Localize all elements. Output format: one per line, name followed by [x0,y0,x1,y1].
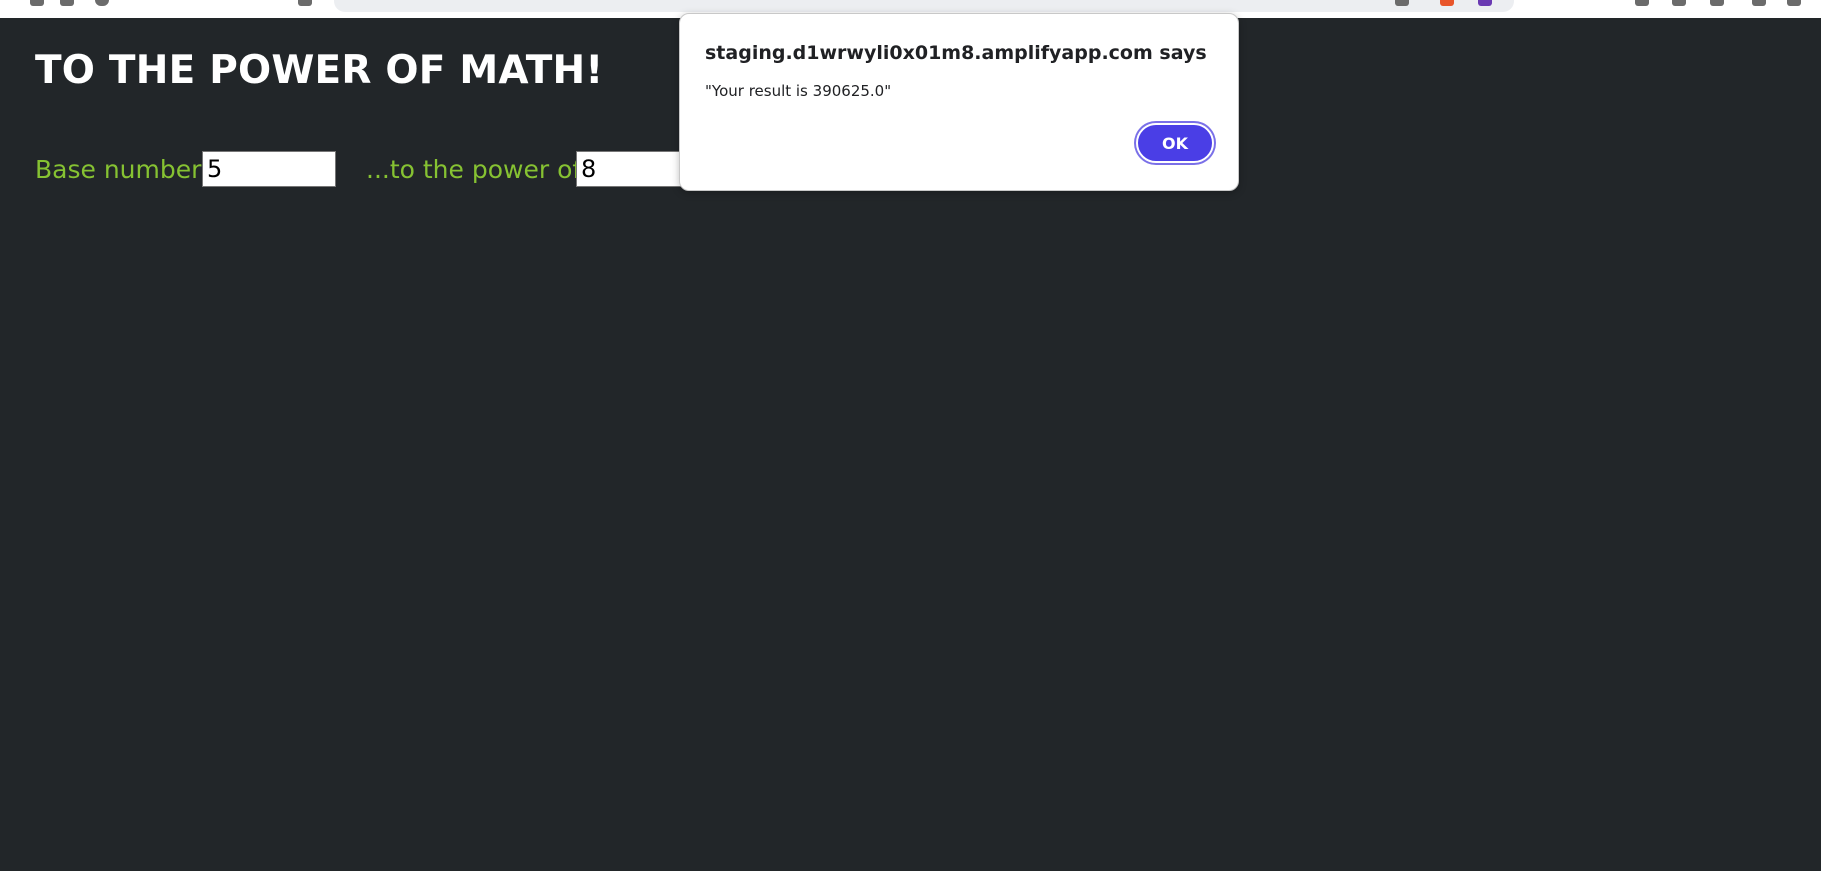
home-icon[interactable] [298,0,312,6]
base-number-input[interactable] [202,151,336,187]
brave-shield-icon[interactable] [1440,0,1454,6]
reload-icon[interactable] [95,0,109,6]
extension-icon[interactable] [1395,0,1409,6]
extensions-puzzle-icon[interactable] [1752,0,1766,6]
dialog-message: "Your result is 390625.0" [705,82,892,100]
bookmark-icon[interactable] [1635,0,1649,6]
power-label: ...to the power of: [366,155,589,184]
profile-icon[interactable] [1787,0,1801,6]
forward-icon[interactable] [60,0,74,6]
tab-search-icon[interactable] [1672,0,1686,6]
ok-button[interactable]: OK [1136,123,1214,163]
address-bar[interactable] [334,0,1514,12]
sidebar-icon[interactable] [1710,0,1724,6]
power-input[interactable] [576,151,686,187]
base-number-label: Base number: [35,155,210,184]
alert-dialog: staging.d1wrwyli0x01m8.amplifyapp.com sa… [679,13,1239,191]
page-title: TO THE POWER OF MATH! [35,48,604,93]
dialog-origin-text: staging.d1wrwyli0x01m8.amplifyapp.com sa… [705,42,1207,64]
back-icon[interactable] [30,0,44,6]
extension-icon-purple[interactable] [1478,0,1492,6]
